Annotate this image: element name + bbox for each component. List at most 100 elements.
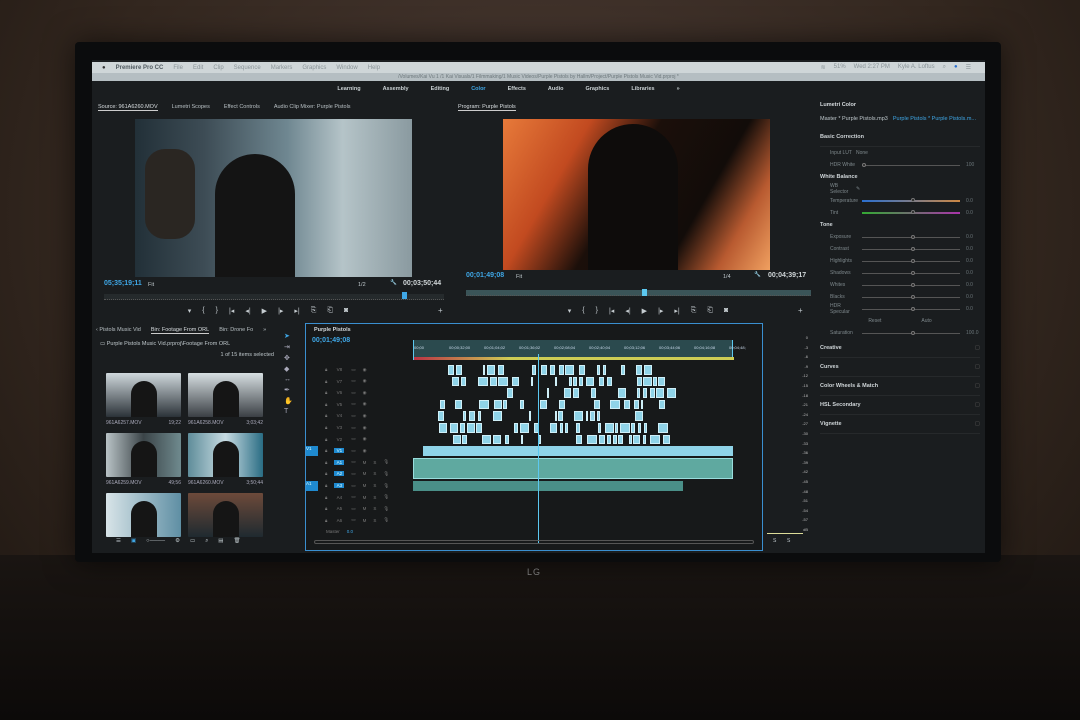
workspace-color[interactable]: Color xyxy=(471,86,485,92)
clip-name[interactable]: 961A6259.MOV xyxy=(106,480,142,486)
video-clip[interactable] xyxy=(452,376,459,387)
clip-thumbnail[interactable] xyxy=(106,433,181,477)
hand-tool-icon[interactable]: ✋ xyxy=(284,397,296,405)
reset-button[interactable]: Reset xyxy=(868,318,881,324)
video-clip[interactable] xyxy=(643,434,646,445)
video-clip[interactable] xyxy=(606,434,612,445)
audio-clip[interactable] xyxy=(413,457,733,479)
workspace-assembly[interactable]: Assembly xyxy=(383,86,409,92)
clip-thumbnail[interactable] xyxy=(188,373,263,417)
track-header-audio[interactable]: A1 🔒︎ A3 ▭ M S 🎙︎ xyxy=(306,480,411,491)
video-clip[interactable] xyxy=(498,376,508,387)
video-clip[interactable] xyxy=(635,411,644,421)
track-header-video[interactable]: 🔒︎ V4 ▭ ◉ xyxy=(306,410,411,421)
video-clip[interactable] xyxy=(575,423,580,433)
track-header-video[interactable]: 🔒︎ V6 ▭ ◉ xyxy=(306,387,411,398)
solo-channel-button[interactable]: S xyxy=(773,538,776,544)
video-clip[interactable] xyxy=(456,365,462,375)
go-to-out-button[interactable]: ▸| xyxy=(294,307,299,315)
white-balance-header[interactable]: White Balance xyxy=(820,171,980,183)
track-header-video[interactable]: 🔒︎ V5 ▭ ◉ xyxy=(306,399,411,410)
video-clip[interactable] xyxy=(493,411,503,421)
clip-name[interactable]: 961A6258.MOV xyxy=(188,420,224,426)
video-clip[interactable] xyxy=(618,434,623,445)
video-clip[interactable] xyxy=(585,376,594,387)
slip-tool-icon[interactable]: ↔ xyxy=(284,376,296,383)
timeline-timecode[interactable]: 00;01;49;08 xyxy=(312,337,350,344)
program-fit-dropdown[interactable]: Fit xyxy=(516,274,522,280)
video-clip[interactable] xyxy=(662,434,670,445)
video-clip[interactable] xyxy=(539,399,548,410)
mark-out-button[interactable]: } xyxy=(596,307,598,315)
type-tool-icon[interactable]: T xyxy=(284,408,296,415)
tab-project[interactable]: ‹ Pistols Music Vid xyxy=(96,327,141,333)
video-clip[interactable] xyxy=(578,365,585,375)
video-clip[interactable] xyxy=(423,446,733,456)
search-icon[interactable]: ⌕ xyxy=(205,538,208,545)
tab-program[interactable]: Program: Purple Pistols xyxy=(458,104,516,111)
video-clip[interactable] xyxy=(615,423,618,433)
add-button[interactable]: + xyxy=(798,306,803,315)
workspace-libraries[interactable]: Libraries xyxy=(631,86,654,92)
clock[interactable]: Wed 2:27 PM xyxy=(854,64,890,71)
export-frame-button[interactable]: ◙ xyxy=(344,307,348,315)
video-clip[interactable] xyxy=(532,365,537,375)
mark-in-button[interactable]: { xyxy=(582,307,584,315)
video-clip[interactable] xyxy=(487,365,495,375)
auto-button[interactable]: Auto xyxy=(921,318,931,324)
wrench-icon[interactable]: 🔧 xyxy=(754,272,761,278)
video-clip[interactable] xyxy=(575,434,583,445)
hdr-specular-slider[interactable]: HDR Specular 0.0 xyxy=(820,303,980,315)
sort-icon[interactable]: ⚙ xyxy=(175,538,180,545)
video-clip[interactable] xyxy=(591,388,597,398)
video-clip[interactable] xyxy=(519,399,525,410)
section-creative[interactable]: Creative ▢ xyxy=(820,339,980,358)
temperature-slider[interactable]: Temperature 0.0 xyxy=(820,195,980,207)
source-fit-dropdown[interactable]: Fit xyxy=(148,282,154,288)
video-clip[interactable] xyxy=(541,365,547,375)
highlights-slider[interactable]: Highlights 0.0 xyxy=(820,255,980,267)
track-header-audio[interactable]: 🔒︎ A5 ▭ M S 🎙︎ xyxy=(306,503,411,514)
video-clip[interactable] xyxy=(497,365,504,375)
wrench-icon[interactable]: 🔧 xyxy=(390,280,397,286)
exposure-slider[interactable]: Exposure 0.0 xyxy=(820,231,980,243)
video-clip[interactable] xyxy=(650,388,655,398)
go-to-in-button[interactable]: |◂ xyxy=(229,307,234,315)
video-clip[interactable] xyxy=(619,423,630,433)
menu-sequence[interactable]: Sequence xyxy=(234,65,261,71)
mark-in-button[interactable]: { xyxy=(202,307,204,315)
tint-slider[interactable]: Tint 0.0 xyxy=(820,207,980,219)
menu-help[interactable]: Help xyxy=(368,65,380,71)
video-clip[interactable] xyxy=(573,411,584,421)
list-view-icon[interactable]: ☰ xyxy=(116,538,121,545)
mark-out-button[interactable]: } xyxy=(216,307,218,315)
video-clip[interactable] xyxy=(630,423,635,433)
video-clip[interactable] xyxy=(599,434,605,445)
play-button[interactable]: ▶ xyxy=(262,307,267,315)
pen-tool-icon[interactable]: ✒ xyxy=(284,386,296,394)
menu-window[interactable]: Window xyxy=(336,65,357,71)
saturation-slider[interactable]: Saturation 100.0 xyxy=(820,327,980,339)
video-clip[interactable] xyxy=(512,376,520,387)
workspace-graphics[interactable]: Graphics xyxy=(586,86,610,92)
input-lut-row[interactable]: Input LUT None xyxy=(820,147,980,159)
audio-clip[interactable] xyxy=(413,481,683,491)
track-header-audio[interactable]: 🔒︎ A4 ▭ M S 🎙︎ xyxy=(306,492,411,503)
video-clip[interactable] xyxy=(529,411,532,421)
tab-bin-drone[interactable]: Bin: Drone Fo xyxy=(219,327,253,333)
video-clip[interactable] xyxy=(658,399,666,410)
workspace-learning[interactable]: Learning xyxy=(337,86,360,92)
video-clip[interactable] xyxy=(590,411,595,421)
clip-thumbnail[interactable] xyxy=(106,373,181,417)
workspace-audio[interactable]: Audio xyxy=(548,86,564,92)
video-clip[interactable] xyxy=(554,376,557,387)
video-clip[interactable] xyxy=(558,365,564,375)
video-clip[interactable] xyxy=(637,388,641,398)
solo-channel-button[interactable]: S xyxy=(787,538,790,544)
play-button[interactable]: ▶ xyxy=(642,307,647,315)
track-header-audio[interactable]: 🔒︎ A6 ▭ M S 🎙︎ xyxy=(306,515,411,526)
apple-icon[interactable]: ● xyxy=(102,65,106,71)
track-header-video[interactable]: V1 🔒︎ V1 ▭ ◉ xyxy=(306,445,411,456)
search-icon[interactable]: ⌕ xyxy=(943,64,946,71)
video-clip[interactable] xyxy=(513,423,518,433)
